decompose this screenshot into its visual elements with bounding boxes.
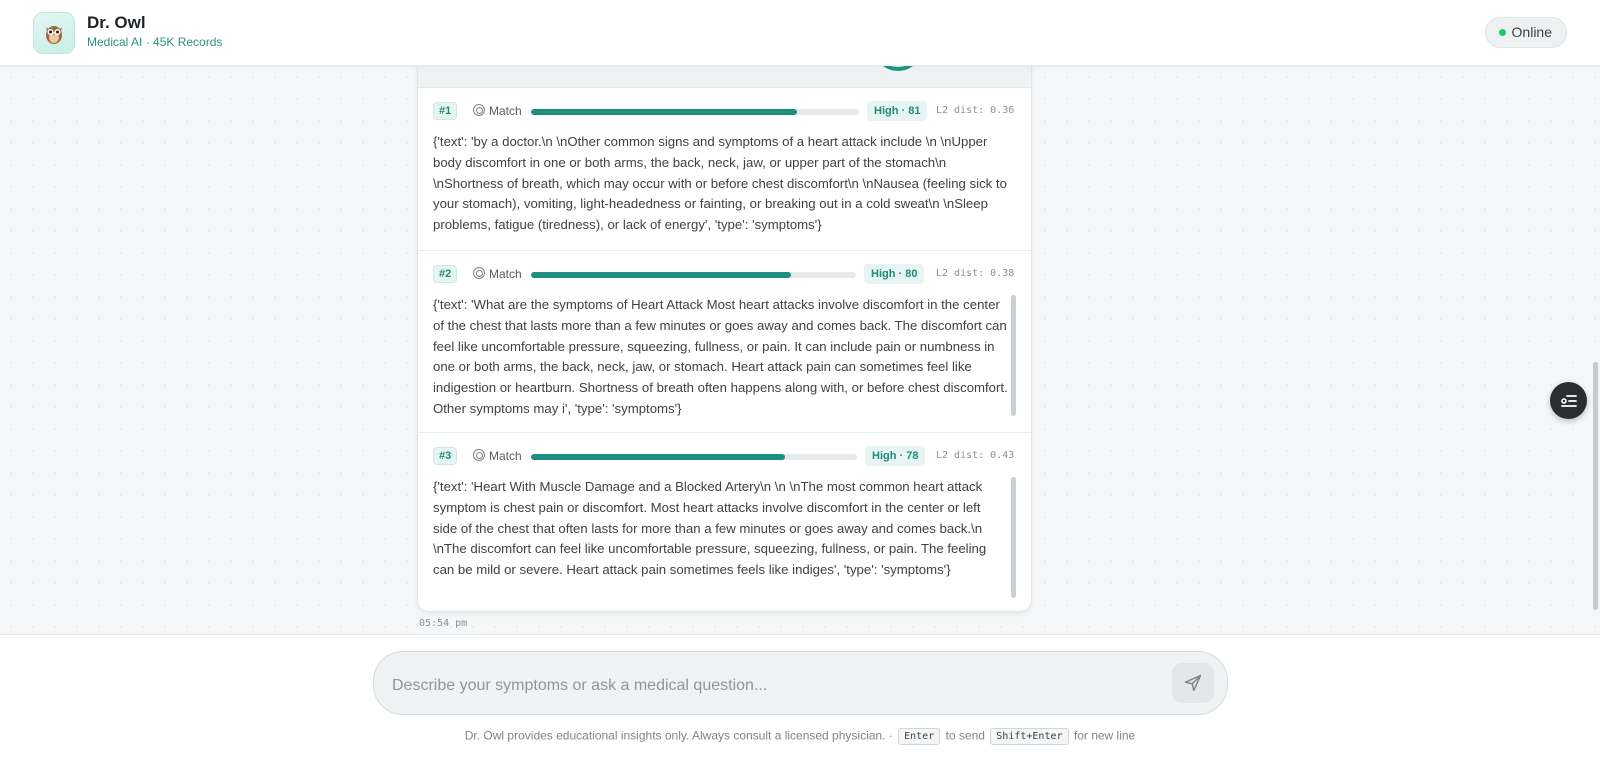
search-results-card: #1 Match High · 81 L2 dist: 0.36 {'text'… [417, 60, 1032, 612]
match-score-bar [531, 109, 859, 115]
match-score-bar [531, 272, 856, 278]
distance-label: L2 dist: 0.43 [936, 450, 1015, 461]
app-subtitle: Medical AI · 45K Records [87, 35, 223, 49]
enter-key-hint: Enter [898, 728, 941, 745]
match-score-fill [531, 272, 791, 278]
owl-logo-icon [33, 12, 75, 54]
filter-list-icon [1560, 394, 1577, 407]
result-text[interactable]: {'text': 'What are the symptoms of Heart… [433, 295, 1008, 421]
match-label: Match [489, 267, 522, 281]
match-label: Match [489, 449, 522, 463]
result-text[interactable]: {'text': 'Heart With Muscle Damage and a… [433, 477, 1008, 603]
result-rank: #1 [433, 102, 458, 120]
match-score-bar [531, 454, 857, 460]
page-scrollbar[interactable] [1593, 362, 1598, 610]
filter-toggle-button[interactable] [1550, 382, 1587, 419]
status-badge: Online [1484, 17, 1567, 48]
result-scrollbar[interactable] [1011, 295, 1016, 416]
result-scrollbar[interactable] [1011, 477, 1016, 598]
score-badge: High · 80 [864, 264, 925, 284]
enter-hint-text: to send [945, 728, 985, 743]
send-icon [1184, 674, 1202, 692]
score-badge: High · 78 [865, 446, 926, 466]
message-timestamp: 05:54 pm [419, 618, 468, 629]
result-rank: #3 [433, 447, 458, 465]
match-score-fill [531, 454, 786, 460]
message-input-container [373, 651, 1228, 715]
result-text: {'text': 'by a doctor.\n \nOther common … [433, 134, 1007, 233]
distance-label: L2 dist: 0.36 [936, 105, 1015, 116]
target-icon [473, 267, 485, 279]
distance-label: L2 dist: 0.38 [936, 268, 1015, 279]
shift-enter-key-hint: Shift+Enter [990, 728, 1069, 745]
score-badge: High · 81 [867, 101, 928, 121]
shift-enter-hint-text: for new line [1073, 728, 1136, 743]
status-label: Online [1511, 24, 1552, 40]
message-input[interactable] [392, 672, 1152, 700]
result-item: #3 Match High · 78 L2 dist: 0.43 {'text'… [418, 434, 1031, 611]
target-icon [473, 104, 485, 116]
match-score-fill [531, 109, 797, 115]
send-button[interactable] [1172, 663, 1214, 703]
result-rank: #2 [433, 265, 458, 283]
result-item: #2 Match High · 80 L2 dist: 0.38 {'text'… [418, 252, 1031, 433]
result-item: #1 Match High · 81 L2 dist: 0.36 {'text'… [418, 89, 1031, 251]
app-title: Dr. Owl [87, 13, 146, 32]
composer-area: Dr. Owl provides educational insights on… [0, 634, 1600, 763]
target-icon [473, 449, 485, 461]
online-dot-icon [1498, 29, 1506, 36]
disclaimer-text: Dr. Owl provides educational insights on… [464, 728, 893, 743]
match-label: Match [489, 104, 522, 118]
app-header: Dr. Owl Medical AI · 45K Records Online [0, 0, 1600, 66]
footer-disclaimer: Dr. Owl provides educational insights on… [0, 728, 1600, 745]
